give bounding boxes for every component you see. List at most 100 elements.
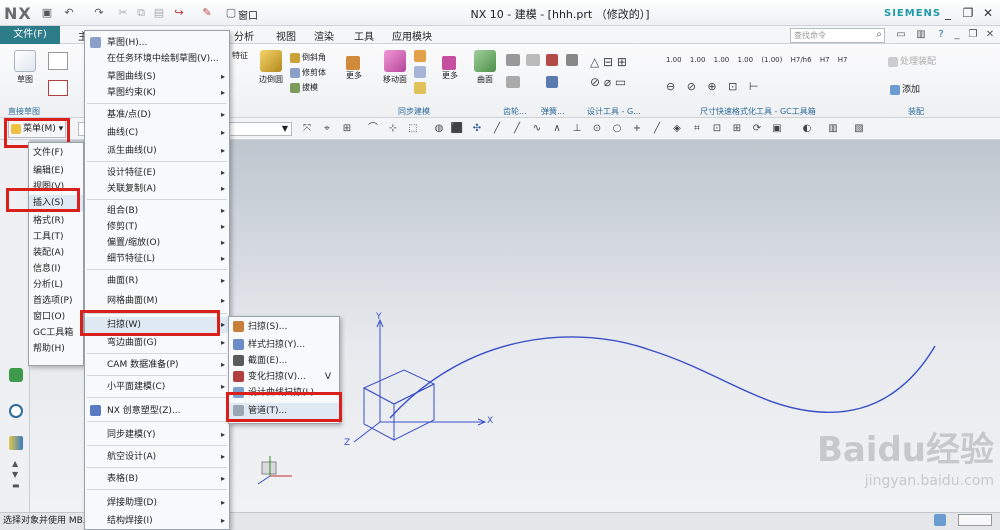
insert-menu-label: 航空设计(A) [107,452,157,462]
nx-creative-icon [90,405,101,416]
sweep-menu-label: 变化扫掠(V)... [248,372,306,382]
insert-menu-item[interactable]: NX 创意塑型(Z)... [85,403,229,419]
submenu-arrow-icon: ▸ [220,88,225,97]
insert-menu-item[interactable]: 小平面建模(C) ▸ [85,379,229,395]
menu-separator [87,161,227,162]
sweep-item-icon [233,339,244,350]
submenu-arrow-icon: ▸ [220,72,225,81]
submenu-arrow-icon: ▸ [220,338,225,347]
insert-menu-label: 焊接助理(D) [107,498,157,508]
main-menu-item[interactable]: 装配(A) [29,245,83,261]
menu-separator [87,103,227,104]
insert-menu-label: 草图(H)... [107,38,148,48]
insert-menu-item[interactable]: 曲线(C) ▸ [85,125,229,141]
datum-cube-left [363,387,395,441]
insert-menu-label: 同步建模(Y) [107,430,156,440]
menu-separator [87,269,227,270]
main-menu-item[interactable]: 帮助(H) [29,341,83,357]
insert-menu-item[interactable]: 结构焊接(I) ▸ [85,513,229,529]
main-menu-item[interactable]: 窗口(O) [29,309,83,325]
datum-cube-right [393,383,435,441]
insert-menu-item[interactable]: 在任务环境中绘制草图(V)... [85,51,229,67]
insert-menu-item[interactable]: 网格曲面(M) ▸ [85,293,229,309]
wcs-triad [353,318,487,443]
insert-menu-label: 细节特征(L) [107,254,156,264]
insert-menu-item[interactable]: 派生曲线(U) ▸ [85,143,229,159]
submenu-arrow-icon: ▸ [220,360,225,369]
insert-menu-item[interactable]: 同步建模(Y) ▸ [85,427,229,443]
insert-menu-label: 曲线(C) [107,128,139,138]
insert-menu-label: 派生曲线(U) [107,146,157,156]
sweep-menu-label: 样式扫掠(Y)... [248,340,306,350]
submenu-arrow-icon: ▸ [220,382,225,391]
insert-menu-label: 在任务环境中绘制草图(V)... [107,54,219,64]
insert-menu-label: 网格曲面(M) [107,296,158,306]
insert-submenu: 草图(H)... 在任务环境中绘制草图(V)... 草图曲线(S) ▸ 草图约束(K) ▸… [84,30,230,530]
insert-menu-item[interactable]: 草图曲线(S) ▸ [85,69,229,85]
insert-menu-item[interactable]: 组合(B) ▸ [85,203,229,219]
status-info-icon[interactable] [934,514,946,526]
main-menu-item[interactable]: GC工具箱 [29,325,83,341]
sweep-menu-label: 扫掠(S)... [248,322,288,332]
main-menu-item[interactable]: 信息(I) [29,261,83,277]
insert-menu-label: 关联复制(A) [107,184,157,194]
insert-menu-label: 弯边曲面(G) [107,338,157,348]
main-menu-item[interactable]: 首选项(P) [29,293,83,309]
insert-menu-item[interactable]: 草图(H)... [85,35,229,51]
insert-menu-label: 结构焊接(I) [107,516,153,526]
insert-menu-item[interactable]: 细节特征(L) ▸ [85,251,229,267]
status-progress [958,514,992,526]
submenu-arrow-icon: ▸ [220,276,225,285]
x-axis-label: X [487,416,494,426]
tube-item-highlight [226,392,342,422]
watermark-url: jingyan.baidu.com [864,473,994,489]
insert-menu-item[interactable]: 表格(B) ▸ [85,471,229,487]
menu-separator [87,353,227,354]
menu-separator [87,421,227,422]
sweep-menu-item[interactable]: 样式扫掠(Y)... [229,337,339,353]
menu-separator [87,489,227,490]
main-menu-item[interactable]: 工具(T) [29,229,83,245]
sweep-menu-item[interactable]: 扫掠(S)... [229,319,339,335]
insert-menu-item[interactable]: 修剪(T) ▸ [85,219,229,235]
submenu-arrow-icon: ▸ [220,146,225,155]
insert-menu-item[interactable]: 偏置/缩放(O) ▸ [85,235,229,251]
submenu-arrow-icon: ▸ [220,516,225,525]
z-axis-label: Z [344,438,351,448]
guide-curve[interactable] [389,336,936,419]
status-text: 选择对象并使用 MB3 [3,516,89,526]
insert-menu-highlight [6,188,80,212]
insert-menu-item[interactable]: 航空设计(A) ▸ [85,449,229,465]
main-menu-item[interactable]: 格式(R) [29,213,83,229]
insert-menu-label: CAM 数据准备(P) [107,360,179,370]
main-menu-item[interactable]: 文件(F) [29,145,83,161]
insert-menu-item[interactable]: 曲面(R) ▸ [85,273,229,289]
main-menu-item[interactable]: 编辑(E) [29,163,83,179]
sweep-item-icon [233,371,244,382]
sweep-item-icon [233,321,244,332]
insert-menu-item[interactable]: 草图约束(K) ▸ [85,85,229,101]
sweep-item-icon [233,355,244,366]
insert-menu-item[interactable]: 弯边曲面(G) ▸ [85,335,229,351]
sweep-item-highlight [80,310,220,336]
insert-menu-label: 草图曲线(S) [107,72,156,82]
menu-separator [87,445,227,446]
insert-menu-item[interactable]: 设计特征(E) ▸ [85,165,229,181]
sweep-menu-item[interactable]: 变化扫掠(V)... V [229,369,339,385]
insert-menu-item[interactable]: 关联复制(A) ▸ [85,181,229,197]
insert-menu-item[interactable]: CAM 数据准备(P) ▸ [85,357,229,373]
submenu-arrow-icon: ▸ [220,320,225,329]
view-triad [257,456,292,485]
main-menu-item[interactable]: 分析(L) [29,277,83,293]
insert-menu-item[interactable]: 基准/点(D) ▸ [85,107,229,123]
y-axis-label: Y [376,312,382,322]
sweep-menu-item[interactable]: 截面(E)... [229,353,339,369]
insert-menu-label: 草图约束(K) [107,88,156,98]
submenu-arrow-icon: ▸ [220,254,225,263]
submenu-arrow-icon: ▸ [220,430,225,439]
menu-separator [87,397,227,398]
insert-menu-item[interactable]: 焊接助理(D) ▸ [85,495,229,511]
sketch-icon [90,37,101,48]
z-axis-line [353,421,381,443]
insert-menu-label: 修剪(T) [107,222,138,232]
